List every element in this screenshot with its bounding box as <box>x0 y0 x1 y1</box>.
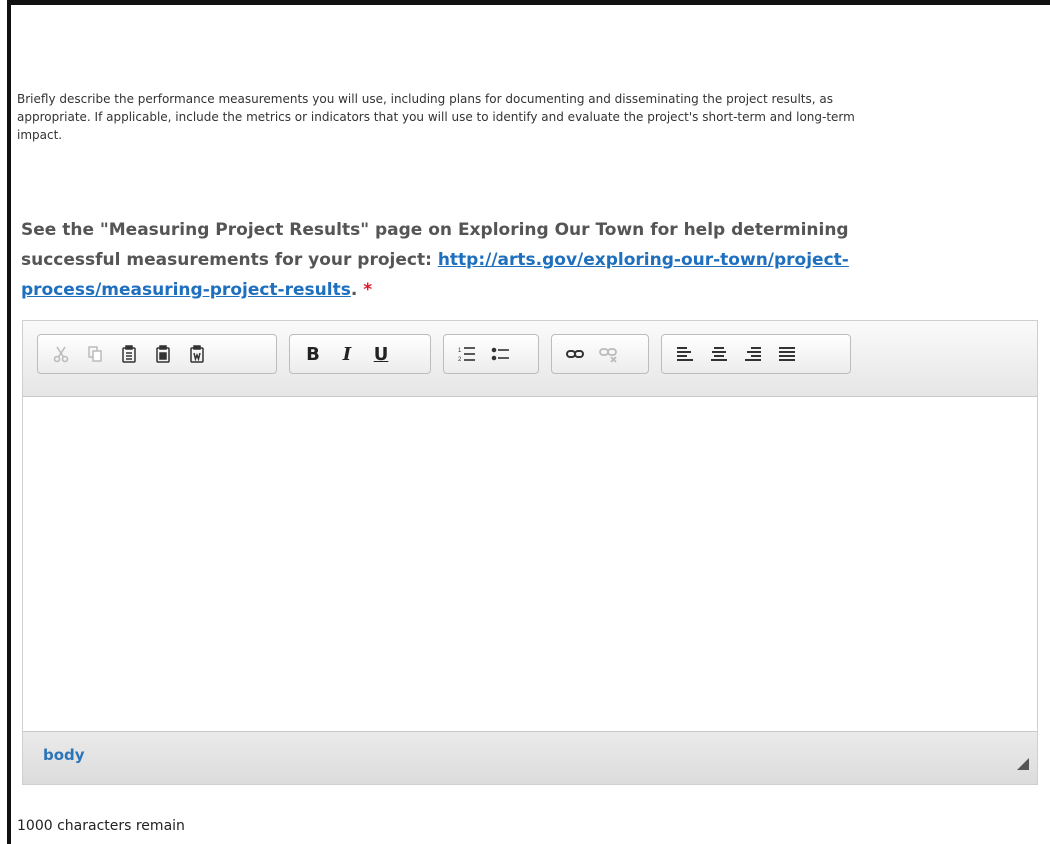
align-right-icon[interactable] <box>738 339 768 369</box>
align-left-icon[interactable] <box>670 339 700 369</box>
required-marker: * <box>363 280 373 300</box>
rich-text-editor: B I U 12 body <box>22 320 1038 785</box>
element-path[interactable]: body <box>43 746 85 764</box>
bold-button[interactable]: B <box>298 339 328 369</box>
paste-text-icon[interactable] <box>148 339 178 369</box>
editor-status-bar: body <box>23 731 1037 784</box>
help-text: See the "Measuring Project Results" page… <box>21 215 891 305</box>
paste-icon[interactable] <box>114 339 144 369</box>
editor-content-area[interactable] <box>23 397 1037 732</box>
resize-handle-icon[interactable] <box>1017 758 1029 770</box>
question-description: Briefly describe the performance measure… <box>17 92 855 142</box>
link-icon[interactable] <box>560 339 590 369</box>
align-group <box>661 334 851 374</box>
character-counter: 1000 characters remain <box>17 818 185 834</box>
justify-icon[interactable] <box>772 339 802 369</box>
align-center-icon[interactable] <box>704 339 734 369</box>
bullet-list-icon[interactable] <box>486 339 516 369</box>
format-group: B I U <box>289 334 431 374</box>
editor-toolbar: B I U 12 <box>23 321 1037 397</box>
svg-text:1: 1 <box>458 348 462 354</box>
ordered-list-icon[interactable]: 12 <box>452 339 482 369</box>
clipboard-group <box>37 334 277 374</box>
copy-icon[interactable] <box>80 339 110 369</box>
svg-text:2: 2 <box>458 357 462 363</box>
underline-button[interactable]: U <box>366 339 396 369</box>
paste-word-icon[interactable] <box>182 339 212 369</box>
list-group: 12 <box>443 334 539 374</box>
link-group <box>551 334 649 374</box>
italic-button[interactable]: I <box>332 339 362 369</box>
unlink-icon[interactable] <box>594 339 624 369</box>
help-suffix: . <box>350 280 358 300</box>
cut-icon[interactable] <box>46 339 76 369</box>
